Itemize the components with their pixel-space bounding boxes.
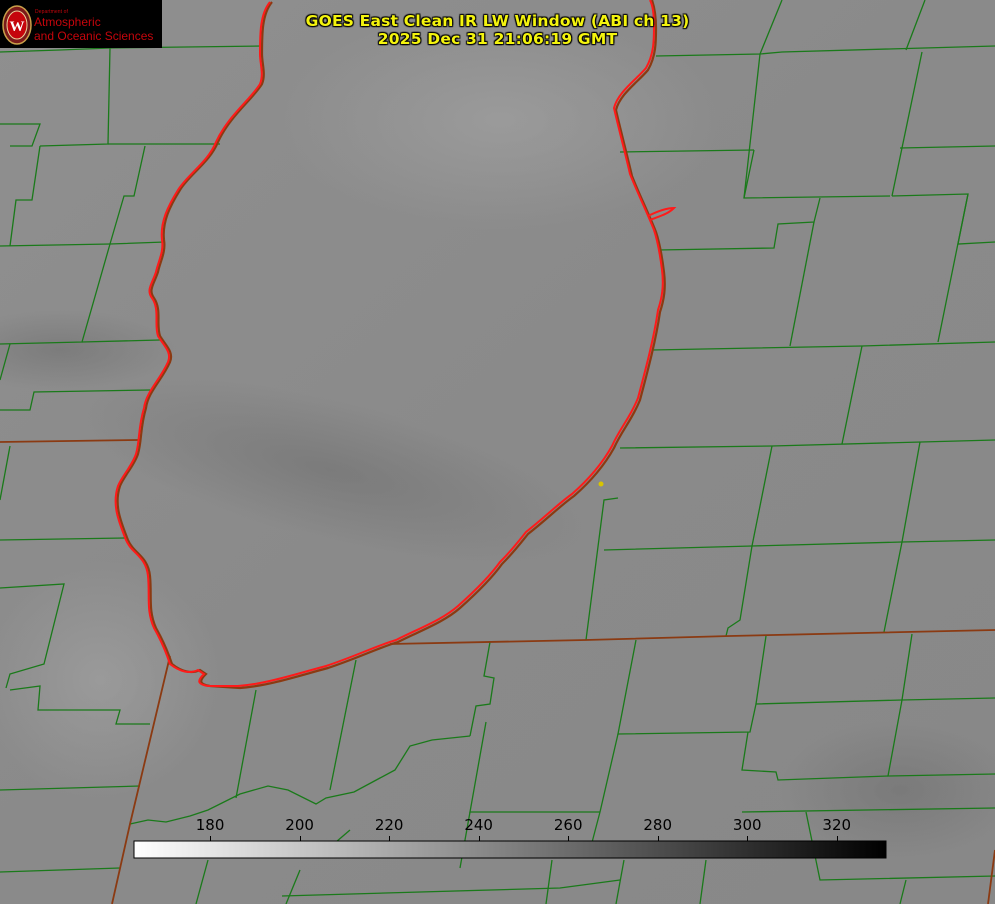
colorbar-tick-label: 280 [643,816,673,834]
location-marker [598,481,604,487]
colorbar-tick-label: 300 [732,816,762,834]
colorbar-tick-label: 240 [464,816,493,834]
colorbar-tick-label: 260 [553,816,583,834]
colorbar-tick-mark [299,836,301,841]
image-title: GOES East Clean IR LW Window (ABI ch 13) [305,12,690,30]
map-canvas [0,0,995,904]
colorbar-tick-mark [389,836,391,841]
colorbar-tick-label: 320 [822,816,852,834]
image-timestamp: 2025 Dec 31 21:06:19 GMT [377,30,618,48]
colorbar-tick-label: 180 [195,816,225,834]
colorbar-tick-mark [568,836,570,841]
colorbar-tick-mark [657,836,659,841]
colorbar-tick-label: 200 [285,816,314,834]
colorbar-gradient [133,840,887,859]
colorbar-tick-mark [747,836,749,841]
colorbar-tick-label: 220 [374,816,404,834]
colorbar-tick-mark [478,836,480,841]
colorbar-tick-mark [836,836,838,841]
colorbar-tick-mark [210,836,212,841]
satellite-map: W Department of Atmospheric and Oceanic … [0,0,995,904]
